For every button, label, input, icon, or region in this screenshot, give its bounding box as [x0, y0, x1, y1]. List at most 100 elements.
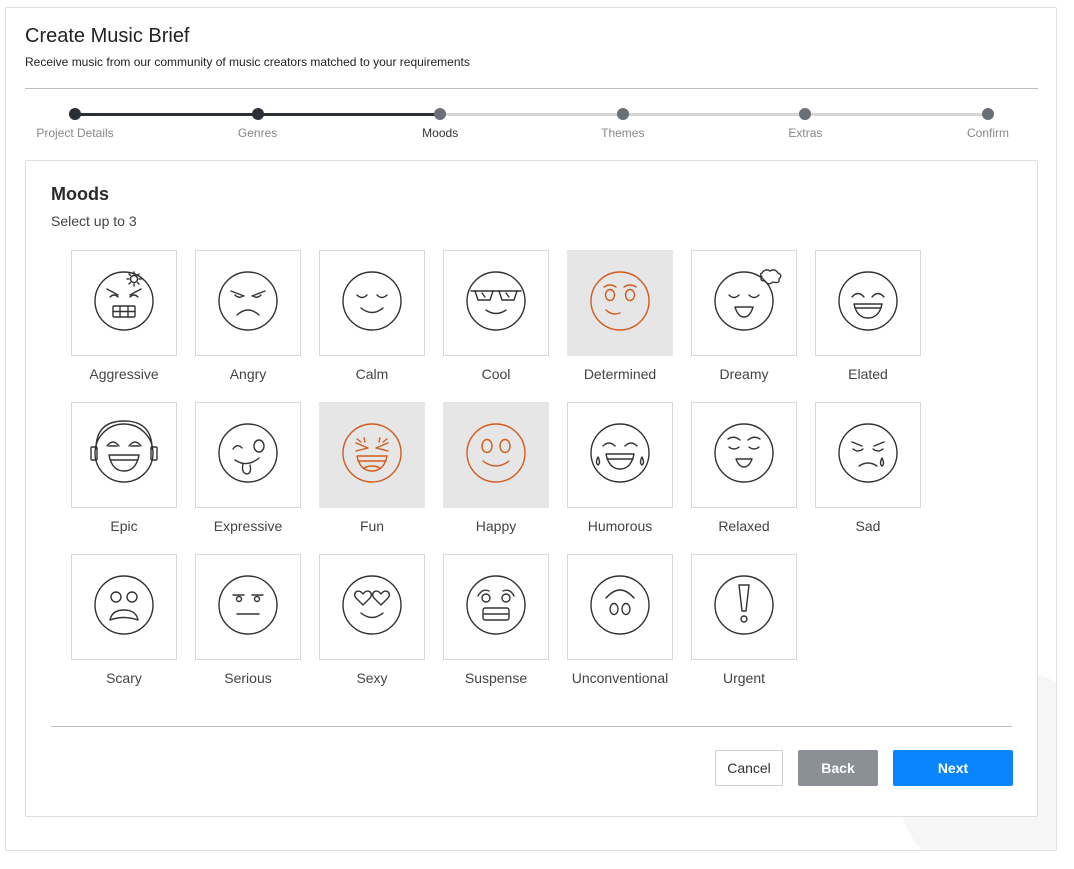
step-label: Themes	[601, 126, 645, 140]
scary-face-icon	[90, 571, 158, 644]
page-title: Create Music Brief	[25, 25, 190, 47]
calm-face-icon	[338, 267, 406, 340]
mood-label: Relaxed	[718, 518, 770, 534]
step-extras[interactable]: Extras	[740, 103, 870, 140]
mood-tile-expressive[interactable]: Expressive	[195, 402, 301, 542]
mood-tile-calm[interactable]: Calm	[319, 250, 425, 390]
mood-tile-aggressive[interactable]: Aggressive	[71, 250, 177, 390]
step-project-details[interactable]: Project Details	[10, 103, 140, 140]
mood-tile-dreamy[interactable]: Dreamy	[691, 250, 797, 390]
serious-face-icon	[214, 571, 282, 644]
mood-icon-box[interactable]	[195, 250, 301, 356]
mood-icon-box[interactable]	[319, 554, 425, 660]
relaxed-face-icon	[710, 419, 778, 492]
mood-icon-box[interactable]	[691, 402, 797, 508]
mood-icon-box[interactable]	[815, 402, 921, 508]
page-subtitle: Receive music from our community of musi…	[25, 55, 470, 69]
expressive-face-icon	[214, 419, 282, 492]
mood-icon-box[interactable]	[691, 554, 797, 660]
step-dot	[69, 108, 81, 120]
urgent-face-icon	[710, 571, 778, 644]
moods-title: Moods	[51, 184, 109, 204]
mood-icon-box[interactable]	[71, 250, 177, 356]
mood-tile-relaxed[interactable]: Relaxed	[691, 402, 797, 542]
cool-face-icon	[462, 267, 530, 340]
footer-divider	[51, 726, 1012, 727]
step-moods[interactable]: Moods	[375, 103, 505, 140]
step-confirm[interactable]: Confirm	[923, 103, 1053, 140]
header-divider	[25, 88, 1038, 89]
mood-icon-box[interactable]	[567, 554, 673, 660]
mood-icon-box[interactable]	[567, 250, 673, 356]
mood-label: Suspense	[464, 670, 528, 686]
step-label: Project Details	[36, 126, 114, 140]
mood-icon-box[interactable]	[443, 250, 549, 356]
mood-label: Sexy	[356, 670, 388, 686]
moods-subtitle: Select up to 3	[51, 213, 137, 229]
step-dot	[982, 108, 994, 120]
mood-tile-cool[interactable]: Cool	[443, 250, 549, 390]
progress-track-remaining	[440, 113, 988, 116]
mood-label: Calm	[355, 366, 389, 382]
mood-label: Unconventional	[571, 670, 669, 686]
mood-tile-happy[interactable]: Happy	[443, 402, 549, 542]
mood-icon-box[interactable]	[71, 554, 177, 660]
mood-tile-humorous[interactable]: Humorous	[567, 402, 673, 542]
mood-tile-scary[interactable]: Scary	[71, 554, 177, 694]
mood-icon-box[interactable]	[815, 250, 921, 356]
mood-label: Dreamy	[719, 366, 769, 382]
determined-face-icon	[586, 267, 654, 340]
mood-tile-sexy[interactable]: Sexy	[319, 554, 425, 694]
step-themes[interactable]: Themes	[558, 103, 688, 140]
mood-tile-suspense[interactable]: Suspense	[443, 554, 549, 694]
mood-tile-epic[interactable]: Epic	[71, 402, 177, 542]
mood-tile-sad[interactable]: Sad	[815, 402, 921, 542]
mood-label: Epic	[110, 518, 138, 534]
back-button[interactable]: Back	[798, 750, 878, 786]
mood-label: Angry	[229, 366, 267, 382]
fun-face-icon	[338, 419, 406, 492]
angry-face-icon	[214, 267, 282, 340]
mood-icon-box[interactable]	[443, 554, 549, 660]
mood-label: Scary	[106, 670, 142, 686]
mood-icon-box[interactable]	[691, 250, 797, 356]
mood-icon-box[interactable]	[567, 402, 673, 508]
mood-label: Determined	[583, 366, 657, 382]
mood-icon-box[interactable]	[195, 554, 301, 660]
mood-icon-box[interactable]	[443, 402, 549, 508]
happy-face-icon	[462, 419, 530, 492]
mood-icon-box[interactable]	[195, 402, 301, 508]
humorous-face-icon	[586, 419, 654, 492]
cancel-button[interactable]: Cancel	[715, 750, 783, 786]
progress-stepper: Project Details Genres Moods Themes Extras Co…	[25, 103, 1038, 143]
mood-tile-determined[interactable]: Determined	[567, 250, 673, 390]
moods-panel: Moods Select up to 3 Aggressive Angry Calm…	[25, 160, 1038, 817]
step-genres[interactable]: Genres	[193, 103, 323, 140]
sexy-face-icon	[338, 571, 406, 644]
step-dot	[799, 108, 812, 120]
step-label: Moods	[422, 126, 459, 140]
suspense-face-icon	[462, 571, 530, 644]
elated-face-icon	[834, 267, 902, 340]
unconventional-face-icon	[586, 571, 654, 644]
mood-tile-angry[interactable]: Angry	[195, 250, 301, 390]
mood-tile-serious[interactable]: Serious	[195, 554, 301, 694]
mood-tile-elated[interactable]: Elated	[815, 250, 921, 390]
mood-icon-box[interactable]	[71, 402, 177, 508]
mood-label: Happy	[475, 518, 517, 534]
sad-face-icon	[834, 419, 902, 492]
next-button[interactable]: Next	[893, 750, 1013, 786]
mood-icon-box[interactable]	[319, 250, 425, 356]
mood-tile-fun[interactable]: Fun	[319, 402, 425, 542]
mood-icon-box[interactable]	[319, 402, 425, 508]
epic-face-icon	[90, 419, 158, 492]
mood-label: Aggressive	[89, 366, 159, 382]
dreamy-face-icon	[710, 267, 782, 340]
mood-tile-unconventional[interactable]: Unconventional	[567, 554, 673, 694]
mood-tile-urgent[interactable]: Urgent	[691, 554, 797, 694]
step-dot	[434, 108, 447, 120]
mood-label: Expressive	[213, 518, 283, 534]
step-label: Extras	[788, 126, 823, 140]
mood-label: Serious	[224, 670, 272, 686]
aggressive-face-icon	[90, 267, 158, 340]
